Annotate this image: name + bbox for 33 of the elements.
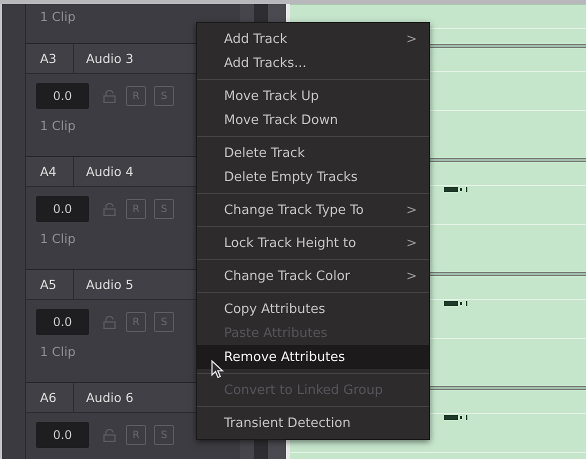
lock-icon[interactable]	[103, 90, 116, 102]
menu-item[interactable]: Add Tracks...	[197, 51, 429, 75]
menu-item[interactable]: Delete Track	[197, 141, 429, 165]
volume-field[interactable]: 0.0	[36, 422, 89, 448]
audio-waveform-drawing	[444, 300, 470, 307]
mouse-pointer-icon	[211, 360, 224, 379]
track-name[interactable]: Audio 6	[74, 383, 134, 412]
lock-icon[interactable]	[103, 316, 116, 328]
menu-item[interactable]: Remove Attributes	[197, 345, 429, 369]
menu-item[interactable]: Move Track Up	[197, 84, 429, 108]
track-id: A5	[26, 270, 74, 299]
menu-item[interactable]: Lock Track Height to >	[197, 231, 429, 255]
track-name[interactable]: Audio 3	[74, 44, 134, 73]
track-id: A3	[26, 44, 74, 73]
volume-field[interactable]: 0.0	[36, 83, 89, 109]
audio-waveform-drawing	[444, 186, 470, 193]
menu-item[interactable]: Change Track Type To >	[197, 198, 429, 222]
volume-field[interactable]: 0.0	[36, 196, 89, 222]
menu-item[interactable]: Delete Empty Tracks	[197, 165, 429, 189]
menu-item[interactable]: Add Track >	[197, 27, 429, 51]
clip-count: 1 Clip	[39, 8, 77, 24]
volume-field[interactable]: 0.0	[36, 309, 89, 335]
track-id: A6	[26, 383, 74, 412]
audio-waveform-drawing	[444, 414, 470, 421]
menu-item[interactable]: Transient Detection	[197, 411, 429, 435]
menu-item[interactable]: Move Track Down	[197, 108, 429, 132]
lock-icon[interactable]	[103, 428, 116, 442]
track-name[interactable]: Audio 4	[74, 157, 134, 186]
track-id: A4	[26, 157, 74, 186]
menu-item[interactable]: Change Track Color >	[197, 264, 429, 288]
track-name[interactable]: Audio 5	[74, 270, 134, 299]
lock-icon[interactable]	[103, 202, 116, 216]
menu-item[interactable]: Copy Attributes	[197, 297, 429, 321]
